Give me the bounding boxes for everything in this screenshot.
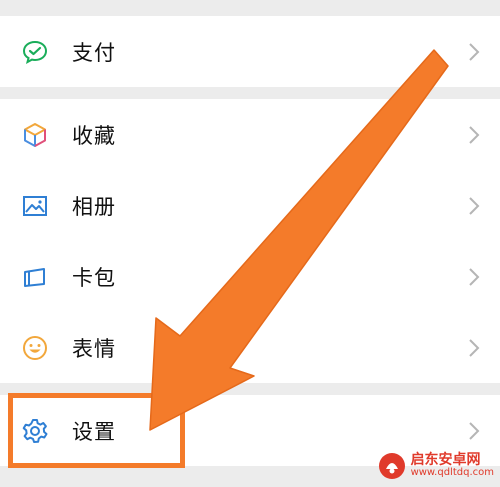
watermark-title: 启东安卓网 xyxy=(410,452,481,469)
watermark-logo-icon xyxy=(378,453,405,479)
watermark-url: www.qdltdq.com xyxy=(410,467,494,479)
annotation-arrow xyxy=(149,49,449,431)
watermark: 启东安卓网 www.qdltdq.com xyxy=(377,451,494,481)
